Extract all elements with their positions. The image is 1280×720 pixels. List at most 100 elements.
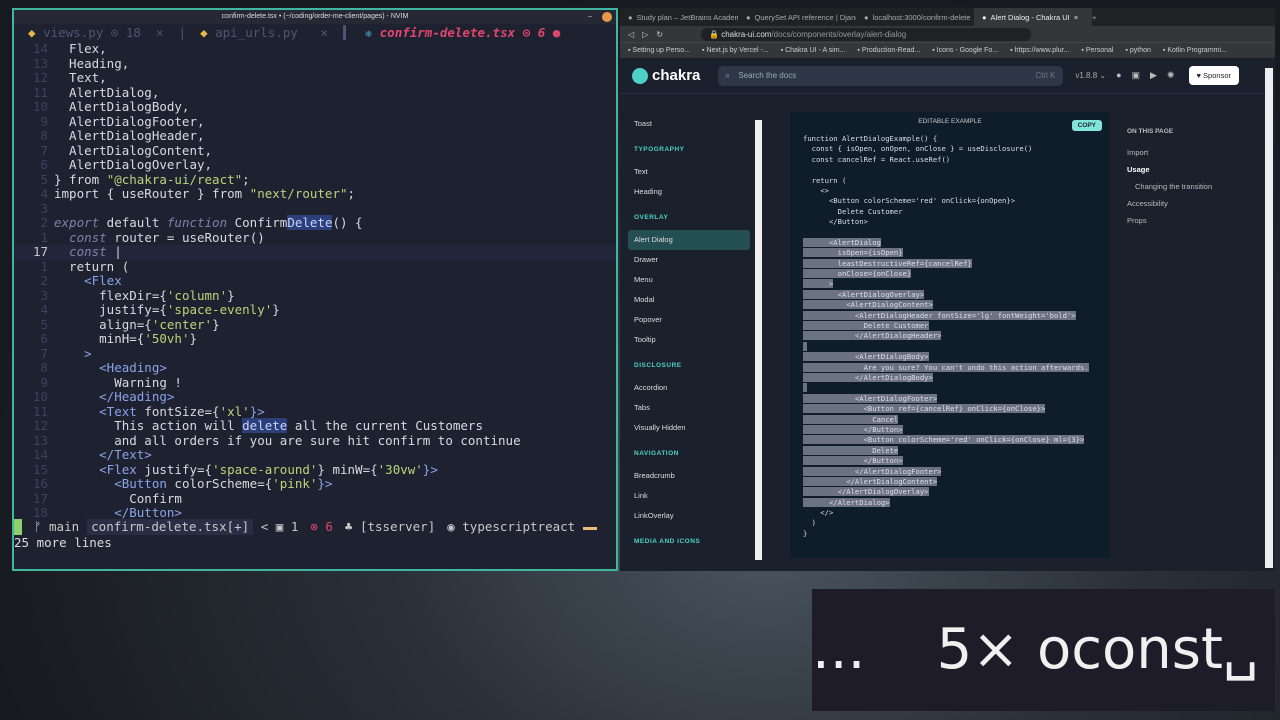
github-icon[interactable]: ●	[1116, 70, 1121, 81]
bookmark[interactable]: ▪ Kotlin Programmi...	[1163, 47, 1227, 54]
sidebar-item[interactable]: Heading	[620, 182, 755, 202]
chakra-logo[interactable]: chakra	[632, 67, 700, 84]
line-number: 13	[32, 55, 48, 71]
toc-item[interactable]: Accessibility	[1127, 199, 1212, 216]
example-code-line: Delete Customer	[803, 207, 1089, 217]
line-number: 5	[40, 171, 48, 187]
example-code[interactable]: function AlertDialogExample() { const { …	[803, 134, 1089, 539]
example-code-line	[803, 165, 1089, 175]
sidebar-item[interactable]: Accordion	[620, 378, 755, 398]
sidebar-item[interactable]: Drawer	[620, 250, 755, 270]
new-tab-button[interactable]: +	[1092, 13, 1096, 22]
bookmark[interactable]: ▪ Personal	[1081, 47, 1113, 54]
search-input[interactable]: ⌕ Search the docs Ctrl K	[718, 65, 1064, 86]
example-code-line: </AlertDialogContent>	[803, 476, 1089, 487]
sidebar-item[interactable]: Link	[620, 486, 755, 506]
line-text: <Flex	[54, 273, 122, 289]
code-text: </AlertDialogBody>	[803, 372, 933, 382]
youtube-icon[interactable]: ▶	[1150, 70, 1157, 81]
line-text: Heading,	[54, 56, 129, 72]
toc-item[interactable]: Changing the transition	[1127, 182, 1212, 199]
example-code-line: return (	[803, 176, 1089, 186]
sidebar-scrollbar[interactable]	[755, 120, 762, 560]
bookmark[interactable]: ▪ Icons - Google Fo...	[932, 47, 998, 54]
code-token: |	[106, 244, 122, 259]
version-select[interactable]: v1.8.8 ⌄	[1075, 71, 1106, 80]
code-token: } from	[54, 171, 107, 187]
code-line: 1 return (	[14, 259, 616, 275]
code-line: 4 justify={'space-evenly'}	[14, 302, 616, 318]
copy-button[interactable]: COPY	[1071, 120, 1102, 131]
sidebar-item[interactable]: Tooltip	[620, 330, 755, 350]
code-editor[interactable]: 14 Flex, 13 Heading, 12 Text, 11 AlertDialo…	[14, 41, 616, 521]
example-code-line: <AlertDialogFooter>	[803, 393, 1089, 404]
code-token: <Heading>	[54, 360, 167, 375]
toc-item[interactable]: Props	[1127, 216, 1212, 233]
toc-item[interactable]: Import	[1127, 148, 1212, 165]
bookmark[interactable]: ▪ python	[1125, 47, 1150, 54]
buffer-tab[interactable]: ❋ confirm-delete.tsx ⊙ 6 ●	[351, 24, 561, 42]
sponsor-button[interactable]: ♥ Sponsor	[1188, 66, 1239, 85]
code-token: }>	[317, 476, 333, 491]
browser-tab[interactable]: ● localhost:3000/confirm-delete	[856, 13, 974, 22]
sidebar-item[interactable]: Menu	[620, 270, 755, 290]
code-token: 'space-around'	[212, 461, 318, 477]
bookmark[interactable]: ▪ https://www.plur...	[1010, 47, 1069, 54]
code-text: </Button>	[803, 217, 868, 227]
line-number: 6	[40, 157, 48, 172]
example-code-line: </Button>	[803, 217, 1089, 227]
sidebar-item[interactable]: Text	[620, 162, 755, 182]
line-number: 3	[40, 287, 48, 303]
code-line: 17 const |	[14, 244, 616, 260]
code-text: leastDestructiveRef={cancelRef}	[803, 258, 972, 268]
code-token: default	[99, 215, 167, 230]
minimize-button[interactable]: –	[588, 10, 592, 24]
code-text: const { isOpen, onOpen, onClose } = useD…	[803, 144, 1033, 154]
browser-tab[interactable]: ●Study plan – JetBrains Academy –	[620, 13, 738, 22]
sidebar-item[interactable]: LinkOverlay	[620, 506, 755, 526]
theme-icon[interactable]: ✺	[1167, 70, 1175, 81]
tab-separator: ▍	[328, 25, 351, 40]
buffer-tab[interactable]: ◆ api_urls.py ×	[186, 24, 328, 42]
forward-icon[interactable]: ▷	[642, 30, 648, 39]
bookmark[interactable]: ▪ Setting up Perso...	[628, 47, 690, 54]
page-scrollbar[interactable]	[1265, 68, 1273, 568]
command-line: 25 more lines	[14, 535, 112, 550]
code-token: Confirm	[227, 215, 288, 230]
bookmark[interactable]: ▪ Production-Read...	[857, 47, 920, 54]
example-code-line: }	[803, 529, 1089, 539]
line-number: 12	[32, 418, 48, 433]
code-line: 2 <Flex	[14, 273, 616, 289]
code-token: AlertDialogFooter,	[54, 113, 205, 129]
example-code-line: <Button ref={cancelRef} onClick={onClose…	[803, 404, 1089, 414]
line-text: AlertDialogFooter,	[54, 113, 205, 130]
sidebar-item[interactable]: Visually Hidden	[620, 418, 755, 438]
close-button[interactable]	[602, 12, 612, 22]
sidebar-item[interactable]: Popover	[620, 310, 755, 330]
browser-tab[interactable]: ●QuerySet API reference | Django d	[738, 13, 856, 22]
sidebar-item[interactable]: Breadcrumb	[620, 466, 755, 486]
status-filename: confirm-delete.tsx[+]	[87, 519, 254, 535]
favicon-icon: ●	[628, 12, 633, 22]
bookmark[interactable]: ▪ Chakra UI - A sim...	[781, 47, 846, 54]
toc-item[interactable]: Usage	[1127, 165, 1212, 182]
back-icon[interactable]: ◁	[628, 30, 634, 39]
example-code-line: <Button colorScheme='red' onClick={onOpe…	[803, 196, 1089, 206]
sidebar-item[interactable]: Alert Dialog	[628, 230, 750, 250]
line-text: Text,	[54, 70, 107, 86]
sidebar-item[interactable]: Tabs	[620, 398, 755, 418]
url-bar[interactable]: 🔒 chakra-ui.com/docs/components/overlay/…	[701, 27, 1032, 41]
lsp-status: ♣ [tsserver]	[344, 519, 436, 534]
sidebar-item[interactable]: Toast	[620, 114, 755, 134]
code-line: 5 align={'center'}	[14, 317, 616, 333]
tab-close-icon[interactable]: ×	[1074, 13, 1078, 22]
reload-icon[interactable]: ↻	[656, 30, 663, 39]
discord-icon[interactable]: ▣	[1132, 70, 1141, 81]
sidebar-item[interactable]: Modal	[620, 290, 755, 310]
bookmark[interactable]: ▪ Next.js by Vercel -...	[702, 47, 769, 54]
browser-tab[interactable]: ● Alert Dialog - Chakra UI ×	[974, 8, 1092, 26]
code-text: </AlertDialogHeader>	[803, 331, 942, 341]
buffer-tab[interactable]: ◆ views.py ⊙ 18 ×	[14, 24, 163, 42]
